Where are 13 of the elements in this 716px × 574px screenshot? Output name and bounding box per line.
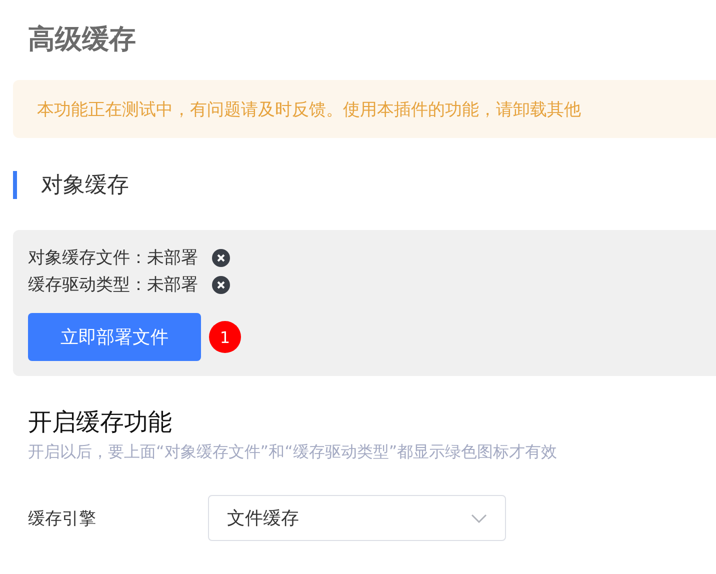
section-heading: 开启缓存功能	[28, 407, 173, 438]
hint-text: 开启以后，要上面“对象缓存文件”和“缓存驱动类型”都显示绿色图标才有效	[28, 442, 558, 463]
chevron-down-icon	[471, 514, 487, 522]
section-title: 对象缓存	[41, 172, 129, 200]
page-title: 高级缓存	[28, 23, 136, 57]
accent-bar	[13, 171, 17, 199]
deploy-button[interactable]: 立即部署文件	[28, 313, 201, 361]
notice-text: 本功能正在测试中，有问题请及时反馈。使用本插件的功能，请卸载其他	[37, 98, 581, 120]
status-text: 对象缓存文件：未部署	[28, 247, 198, 269]
count-badge: 1	[209, 321, 241, 353]
status-text: 缓存驱动类型：未部署	[28, 274, 198, 296]
engine-select[interactable]: 文件缓存	[208, 495, 506, 541]
field-label: 缓存引擎	[28, 508, 97, 530]
